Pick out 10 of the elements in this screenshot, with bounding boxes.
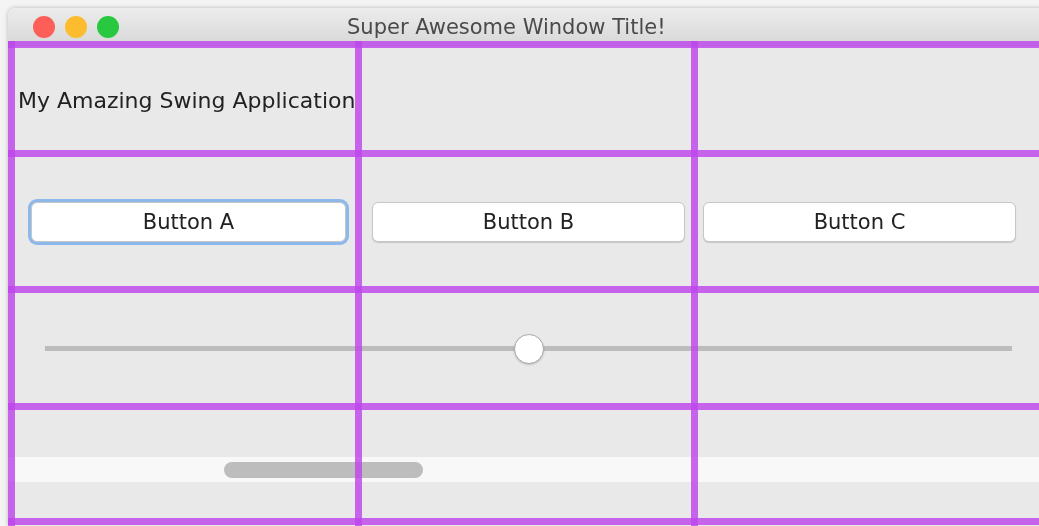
minimize-icon[interactable] [65,15,87,38]
zoom-icon[interactable] [97,15,119,38]
slider-thumb[interactable] [513,333,544,364]
close-icon[interactable] [33,15,55,38]
app-label: My Amazing Swing Application [18,87,356,113]
push-button[interactable]: Button B [372,202,685,242]
window-title: Super Awesome Window Title! [347,14,666,39]
push-button[interactable]: Button A [31,202,346,242]
push-button[interactable]: Button C [703,202,1016,242]
scrollbar-thumb[interactable] [224,461,423,478]
